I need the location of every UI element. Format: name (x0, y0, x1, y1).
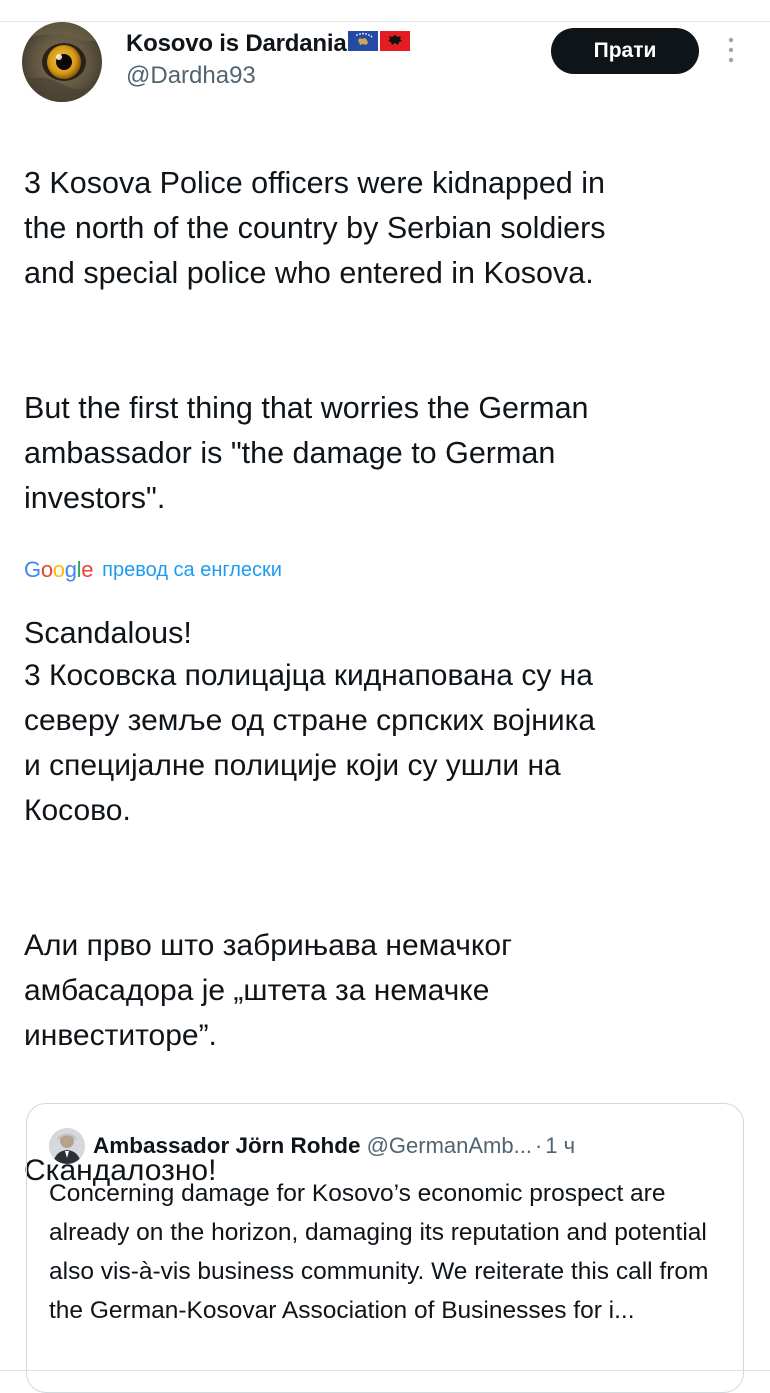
follow-button[interactable]: Прати (551, 28, 699, 74)
quoted-author-name[interactable]: Ambassador Jörn Rohde (93, 1133, 361, 1159)
kosovo-flag-icon (348, 30, 379, 58)
translation-label[interactable]: превод са енглески (102, 559, 282, 582)
quoted-tweet-card[interactable]: Ambassador Jörn Rohde @GermanAmb... · 1 … (26, 1103, 744, 1393)
quoted-author-handle[interactable]: @GermanAmb... (367, 1133, 532, 1159)
bottom-divider (0, 1370, 770, 1371)
translated-paragraph: 3 Косовска полицајца киднапована су на с… (24, 659, 596, 827)
google-logo: Google (24, 557, 94, 582)
quoted-tweet-time[interactable]: 1 ч (545, 1133, 575, 1159)
separator-dot: · (534, 1133, 543, 1158)
tweet-paragraph: 3 Kosova Police officers were kidnapped … (24, 166, 606, 290)
author-avatar[interactable] (22, 22, 102, 102)
translated-paragraph: Али прво што забрињава немачког амбасадо… (24, 929, 513, 1052)
albania-flag-icon (380, 30, 411, 58)
quoted-author-avatar[interactable] (49, 1128, 85, 1164)
quoted-tweet-text: Concerning damage for Kosovo’s economic … (49, 1180, 709, 1324)
translation-attribution[interactable]: Google превод са енглески (24, 553, 282, 587)
top-divider (0, 21, 770, 22)
author-display-name[interactable]: Kosovo is Dardania (126, 30, 347, 58)
tweet-paragraph: But the first thing that worries the Ger… (24, 391, 589, 515)
author-handle[interactable]: @Dardha93 (126, 62, 256, 90)
eagle-eye-avatar-image (22, 22, 102, 102)
more-vertical-icon[interactable] (723, 34, 739, 68)
author-name-line[interactable]: Kosovo is Dardania (126, 29, 411, 59)
quoted-tweet-header: Ambassador Jörn Rohde @GermanAmb... · 1 … (49, 1126, 575, 1166)
